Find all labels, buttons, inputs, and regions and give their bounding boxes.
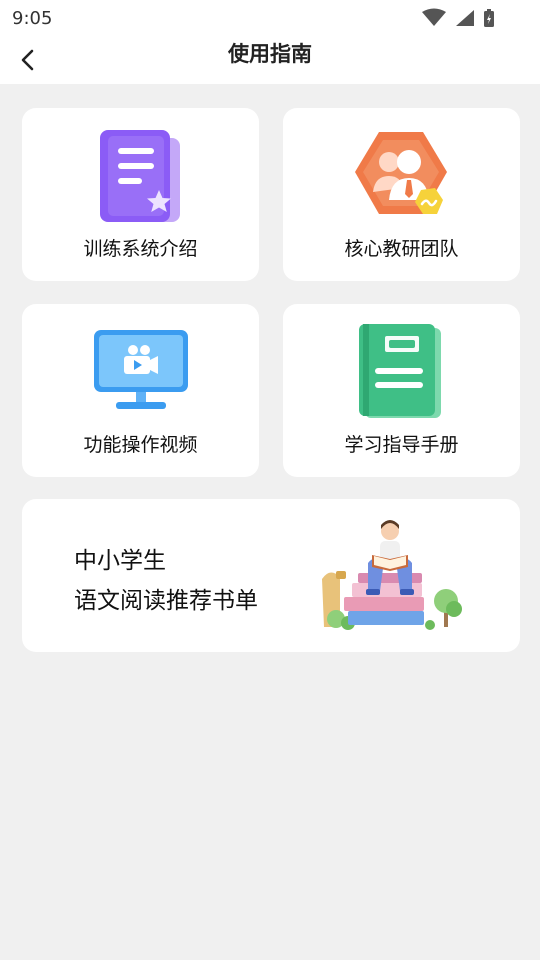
reading-list-subtitle: 语文阅读推荐书单 <box>74 588 258 614</box>
reading-student-illustration <box>322 520 462 630</box>
status-bar: 9:05 <box>0 0 540 36</box>
card-label: 核心教研团队 <box>344 238 459 260</box>
card-label: 功能操作视频 <box>83 434 198 456</box>
document-star-icon <box>100 130 180 222</box>
card-feature-videos[interactable]: 功能操作视频 <box>22 304 259 477</box>
manual-book-icon <box>359 324 441 418</box>
reading-list-title: 中小学生 <box>74 548 166 574</box>
card-study-manual[interactable]: 学习指导手册 <box>283 304 520 477</box>
page-title: 使用指南 <box>228 42 312 66</box>
battery-icon <box>484 9 494 27</box>
wifi-icon <box>422 8 446 26</box>
status-time: 9:05 <box>12 8 53 29</box>
status-icons <box>420 8 500 28</box>
signal-icon <box>456 10 474 26</box>
card-label: 训练系统介绍 <box>83 238 198 260</box>
card-label: 学习指导手册 <box>344 434 459 456</box>
card-core-team[interactable]: 核心教研团队 <box>283 108 520 281</box>
team-icon <box>355 132 447 214</box>
monitor-video-icon <box>94 330 188 409</box>
card-reading-list[interactable]: 中小学生 语文阅读推荐书单 <box>22 499 520 652</box>
app-bar: 使用指南 <box>0 36 540 84</box>
card-training-intro[interactable]: 训练系统介绍 <box>22 108 259 281</box>
